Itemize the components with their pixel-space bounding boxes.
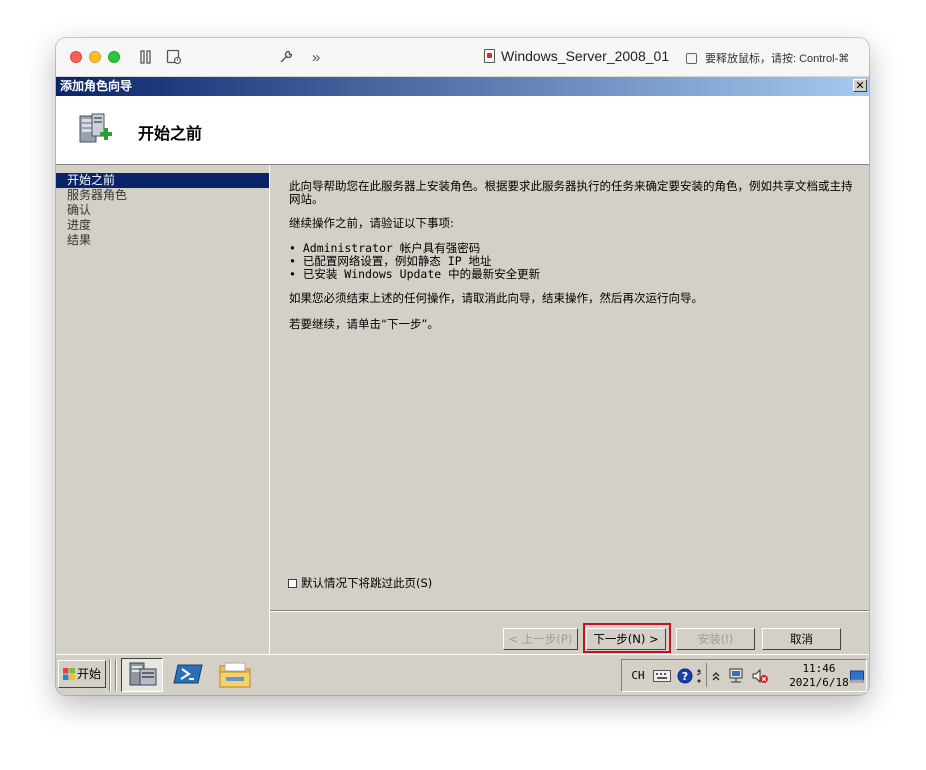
keyboard-icon[interactable]	[652, 660, 672, 691]
close-icon: ✕	[855, 79, 865, 92]
document-icon	[484, 49, 495, 63]
wrench-icon[interactable]	[278, 48, 294, 66]
finish-note: 如果您必须结束上述的任何操作，请取消此向导，结束操作，然后再次运行向导。	[289, 291, 703, 305]
intro-text: 此向导帮助您在此服务器上安装角色。根据要求此服务器执行的任务来确定要安装的角色，…	[289, 179, 853, 206]
wizard-header: 开始之前	[56, 96, 869, 165]
file-explorer-task[interactable]	[215, 658, 257, 692]
dialog-title: 添加角色向导	[60, 79, 133, 93]
svg-text:?: ?	[682, 670, 688, 683]
mac-vm-window: » Windows_Server_2008_01 要释放鼠标，请按: Contr…	[56, 38, 869, 695]
release-hint-text: 要释放鼠标，请按: Control-⌘	[705, 53, 850, 65]
page-title: 开始之前	[138, 124, 203, 143]
powershell-icon	[173, 664, 203, 684]
system-tray: CH ? 11:46 2021/6/18	[621, 659, 867, 692]
cancel-button[interactable]: 取消	[762, 628, 841, 650]
dialog-titlebar: 添加角色向导 ✕	[56, 77, 869, 96]
dialog-close-button[interactable]: ✕	[853, 79, 867, 92]
prerequisite-list: • Administrator 帐户具有强密码 • 已配置网络设置，例如静态 I…	[289, 242, 540, 281]
continue-note: 若要继续，请单击“下一步”。	[289, 317, 439, 331]
skip-page-checkbox[interactable]	[288, 578, 297, 588]
mac-titlebar: » Windows_Server_2008_01 要释放鼠标，请按: Contr…	[56, 38, 869, 77]
list-item: • 已安装 Windows Update 中的最新安全更新	[289, 267, 541, 281]
server-manager-icon	[129, 662, 157, 686]
start-button[interactable]: 开始	[58, 660, 106, 688]
clock-date: 2021/6/18	[789, 676, 849, 689]
taskbar-clock[interactable]: 11:46 2021/6/18	[787, 662, 851, 690]
close-window-button[interactable]	[70, 51, 82, 63]
clock-time: 11:46	[802, 662, 836, 675]
show-hidden-icons-icon[interactable]	[710, 660, 722, 691]
folder-icon	[219, 662, 251, 688]
next-button-highlight	[583, 623, 671, 653]
server-manager-task[interactable]	[121, 658, 163, 692]
snapshot-icon[interactable]	[166, 48, 182, 66]
pause-icon[interactable]	[140, 48, 152, 66]
ime-options-icon[interactable]	[694, 660, 704, 691]
button-area-divider	[270, 610, 869, 612]
zoom-window-button[interactable]	[108, 51, 120, 63]
wizard-steps-sidebar: 开始之前 服务器角色 确认 进度 结果	[56, 165, 270, 654]
step-server-roles[interactable]: 服务器角色	[56, 188, 269, 203]
step-confirmation: 确认	[67, 203, 92, 217]
start-label: 开始	[77, 667, 102, 681]
minimize-window-button[interactable]	[89, 51, 101, 63]
vm-title: Windows_Server_2008_01	[484, 48, 669, 64]
help-icon[interactable]: ?	[676, 660, 694, 691]
release-mouse-hint: 要释放鼠标，请按: Control-⌘	[686, 50, 849, 66]
skip-page-label: 默认情况下将跳过此页(S)	[301, 576, 433, 590]
skip-page-option[interactable]: 默认情况下将跳过此页(S)	[288, 575, 432, 591]
step-results: 结果	[67, 233, 92, 247]
chevron-right-more-icon[interactable]: »	[312, 48, 320, 66]
step-before-you-begin[interactable]: 开始之前	[56, 173, 269, 188]
powershell-task[interactable]	[169, 658, 211, 692]
window-icon	[686, 52, 697, 64]
vm-name: Windows_Server_2008_01	[501, 48, 670, 64]
previous-button[interactable]: < 上一步(P)	[503, 628, 578, 650]
taskbar: 开始 CH ? 11:46 2021/6/18	[56, 654, 869, 695]
show-desktop-icon[interactable]	[849, 660, 865, 691]
install-button[interactable]: 安装(I)	[676, 628, 755, 650]
volume-muted-icon[interactable]	[750, 660, 770, 691]
verify-heading: 继续操作之前，请验证以下事项:	[289, 216, 454, 230]
network-icon[interactable]	[726, 660, 746, 691]
windows-flag-icon	[63, 668, 75, 680]
taskbar-separator	[109, 659, 111, 691]
wizard-content: 此向导帮助您在此服务器上安装角色。根据要求此服务器执行的任务来确定要安装的角色，…	[270, 165, 869, 610]
language-indicator[interactable]: CH	[628, 660, 648, 691]
step-progress: 进度	[67, 218, 92, 232]
server-add-role-icon	[79, 113, 112, 143]
taskbar-separator	[115, 659, 117, 691]
tray-separator	[706, 663, 707, 687]
